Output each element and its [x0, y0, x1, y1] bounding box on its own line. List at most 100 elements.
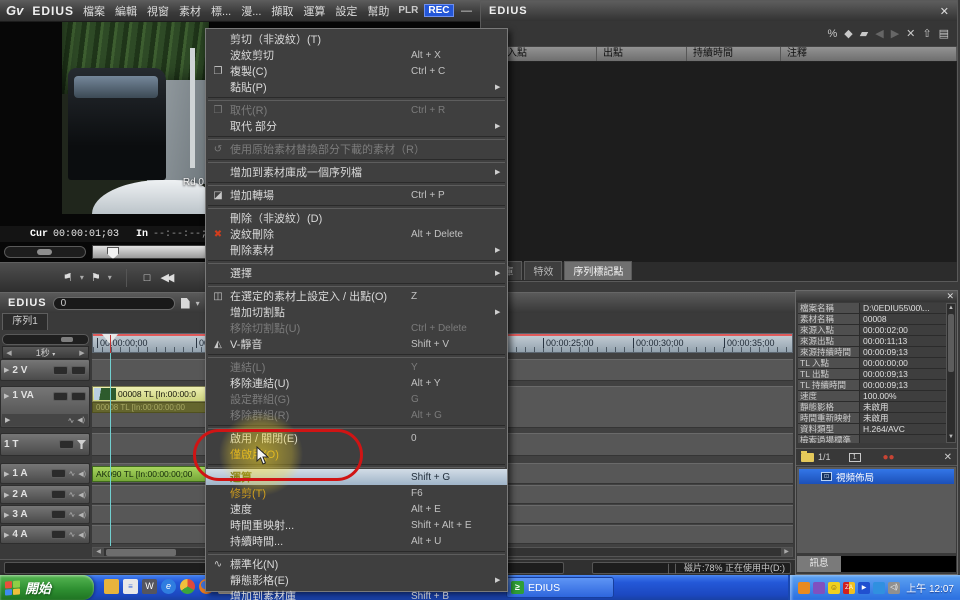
shield-icon[interactable]: ◆ [844, 27, 852, 40]
menu-item[interactable]: 增加到素材庫成一個序列檔 ▶ [206, 164, 507, 180]
menu-item[interactable]: V-靜音 Shift + V ▶ [206, 336, 507, 352]
column-header[interactable]: 入點 [501, 47, 597, 61]
position-marker[interactable] [107, 247, 119, 259]
timeline-zoom-slider[interactable] [2, 334, 89, 345]
menu-item[interactable]: 選擇 ▶ [206, 265, 507, 281]
timeline-zoom-select[interactable]: ◀ 1秒 ▾ ▶ [2, 346, 89, 359]
expand-icon[interactable]: ▶ [4, 491, 9, 499]
menu-item[interactable]: 標準化(N) ▶ [206, 556, 507, 572]
chrome-icon[interactable] [180, 579, 195, 594]
menu-item[interactable]: 取代 部分 ▶ [206, 118, 507, 134]
recorder-mode-button[interactable]: REC [424, 4, 453, 17]
import-marker-icon[interactable]: ⇧ [922, 27, 931, 40]
ie-icon[interactable]: e [161, 579, 176, 594]
tray-camera-icon[interactable] [813, 582, 825, 594]
speaker-icon[interactable]: ◀) [77, 416, 85, 424]
waveform-icon[interactable]: ∿ [69, 469, 76, 478]
waveform-icon[interactable]: ∿ [69, 530, 76, 539]
scroll-up-icon[interactable]: ▲ [947, 304, 955, 313]
menubar-item[interactable]: 運算 [303, 3, 325, 19]
column-header[interactable]: 出點 [597, 47, 687, 61]
document-icon[interactable]: ≡ [123, 579, 138, 594]
menu-item[interactable]: 使用原始素材替換部分下載的素材（R） ▶ [206, 141, 507, 157]
speaker-icon[interactable]: ◀) [78, 531, 86, 539]
player-mode-button[interactable]: PLR [398, 5, 418, 16]
waveform-icon[interactable]: ∿ [69, 490, 76, 499]
menu-item[interactable]: 黏貼(P) ▶ [206, 79, 507, 95]
bin-tab[interactable]: 特效 [524, 261, 562, 280]
menu-item[interactable]: 移除切割點(U) Ctrl + Delete ▶ [206, 320, 507, 336]
menubar-item[interactable]: 設定 [335, 3, 357, 19]
menu-item[interactable]: 啟用 / 關閉(E) 0 ▶ [206, 430, 507, 446]
menubar-item[interactable]: 素材 [179, 3, 201, 19]
expand-icon[interactable]: ▶ [4, 531, 9, 539]
menu-item[interactable]: 修剪(T) F6 ▶ [206, 485, 507, 501]
tray-player-icon[interactable]: ▶ [858, 582, 870, 594]
set-out-dropdown[interactable]: ▾ [108, 273, 112, 282]
column-header[interactable]: 持續時間 [687, 47, 781, 61]
marker-icon[interactable]: ▰ [860, 27, 868, 40]
track-lock-button[interactable] [53, 392, 68, 401]
expand-icon[interactable]: ▶ [4, 470, 9, 478]
folder-icon[interactable] [104, 579, 119, 594]
menu-item[interactable]: 增加到素材庫 Shift + B ▶ [206, 588, 507, 600]
set-in-dropdown[interactable]: ▾ [80, 273, 84, 282]
users-icon[interactable]: ●● [883, 452, 895, 463]
stop-button[interactable]: □ [141, 270, 154, 286]
new-sequence-icon[interactable] [181, 298, 190, 309]
marker-list-body[interactable] [482, 62, 956, 262]
menubar-item[interactable]: 編輯 [115, 3, 137, 19]
menu-item[interactable]: 剪切（非波紋）(T) ▶ [206, 31, 507, 47]
menu-item[interactable]: 速度 Alt + E ▶ [206, 501, 507, 517]
track-header-1t[interactable]: 1 T [0, 433, 90, 456]
scrollbar-thumb[interactable] [106, 549, 176, 556]
expand-icon[interactable]: ▶ [4, 392, 9, 400]
delete-marker-icon[interactable]: ✕ [906, 27, 915, 40]
message-tab[interactable]: 訊息 [797, 556, 841, 572]
expand-icon[interactable]: ▶ [5, 416, 10, 424]
track-lock-button[interactable] [59, 440, 74, 449]
menubar-item[interactable]: 漫... [241, 3, 261, 19]
speaker-icon[interactable]: ◀) [78, 491, 86, 499]
scroll-down-icon[interactable]: ▼ [947, 433, 955, 442]
track-header-2a[interactable]: ▶ 2 A ∿ ◀) [0, 485, 90, 504]
properties-close-button[interactable]: ✕ [946, 291, 957, 302]
menubar-item[interactable]: 擷取 [271, 3, 293, 19]
track-header-3a[interactable]: ▶ 3 A ∿ ◀) [0, 505, 90, 524]
layout-list[interactable]: ⊡ 視頻佈局 [797, 467, 956, 553]
track-header-1va[interactable]: ▶ 1 VA ▶ ∿ ◀) [0, 386, 90, 428]
expand-icon[interactable]: ▶ [4, 366, 9, 374]
speaker-icon[interactable]: ◀) [78, 511, 86, 519]
set-out-button[interactable]: ⚑ [88, 269, 104, 286]
menu-item[interactable]: 刪除（非波紋）(D) ▶ [206, 210, 507, 226]
monitor-icon[interactable]: 1 [849, 453, 861, 462]
list-view-icon[interactable]: ▤ [939, 27, 949, 40]
bin-close-button[interactable]: ✕ [940, 5, 949, 18]
next-marker-icon[interactable]: ▶ [891, 27, 899, 40]
menu-item[interactable]: 時間重映射... Shift + Alt + E ▶ [206, 517, 507, 533]
track-lock-button[interactable] [53, 366, 68, 375]
waveform-icon[interactable]: ∿ [68, 416, 75, 425]
track-lock-button[interactable] [51, 510, 66, 519]
title-filter-icon[interactable] [77, 440, 86, 449]
menubar-item[interactable]: 檔案 [83, 3, 105, 19]
menu-item[interactable]: 增加切割點 ▶ [206, 304, 507, 320]
menubar-item[interactable]: 標... [211, 3, 231, 19]
set-in-button[interactable]: ⚑ [60, 269, 76, 286]
scroll-right-button[interactable]: ▶ [781, 548, 792, 556]
start-button[interactable]: 開始 [0, 575, 94, 600]
track-header-4a[interactable]: ▶ 4 A ∿ ◀) [0, 525, 90, 544]
track-patch-button[interactable] [71, 392, 86, 401]
menu-item[interactable]: 連結(L) Y ▶ [206, 359, 507, 375]
menu-item[interactable]: 僅啟用(O) ▶ [206, 446, 507, 462]
menu-item[interactable]: 增加轉場 Ctrl + P ▶ [206, 187, 507, 203]
speaker-icon[interactable]: ◀) [78, 470, 86, 478]
word-icon[interactable]: W [142, 579, 157, 594]
menu-item[interactable]: 持續時間... Alt + U ▶ [206, 533, 507, 549]
menu-item[interactable]: 取代(R) Ctrl + R ▶ [206, 102, 507, 118]
scrollbar-thumb[interactable] [948, 314, 954, 372]
menubar-item[interactable]: 幫助 [367, 3, 389, 19]
new-sequence-dropdown[interactable]: ▾ [196, 299, 200, 308]
menu-item[interactable]: 靜態影格(E) ▶ [206, 572, 507, 588]
minimize-button[interactable]: — [460, 5, 474, 17]
